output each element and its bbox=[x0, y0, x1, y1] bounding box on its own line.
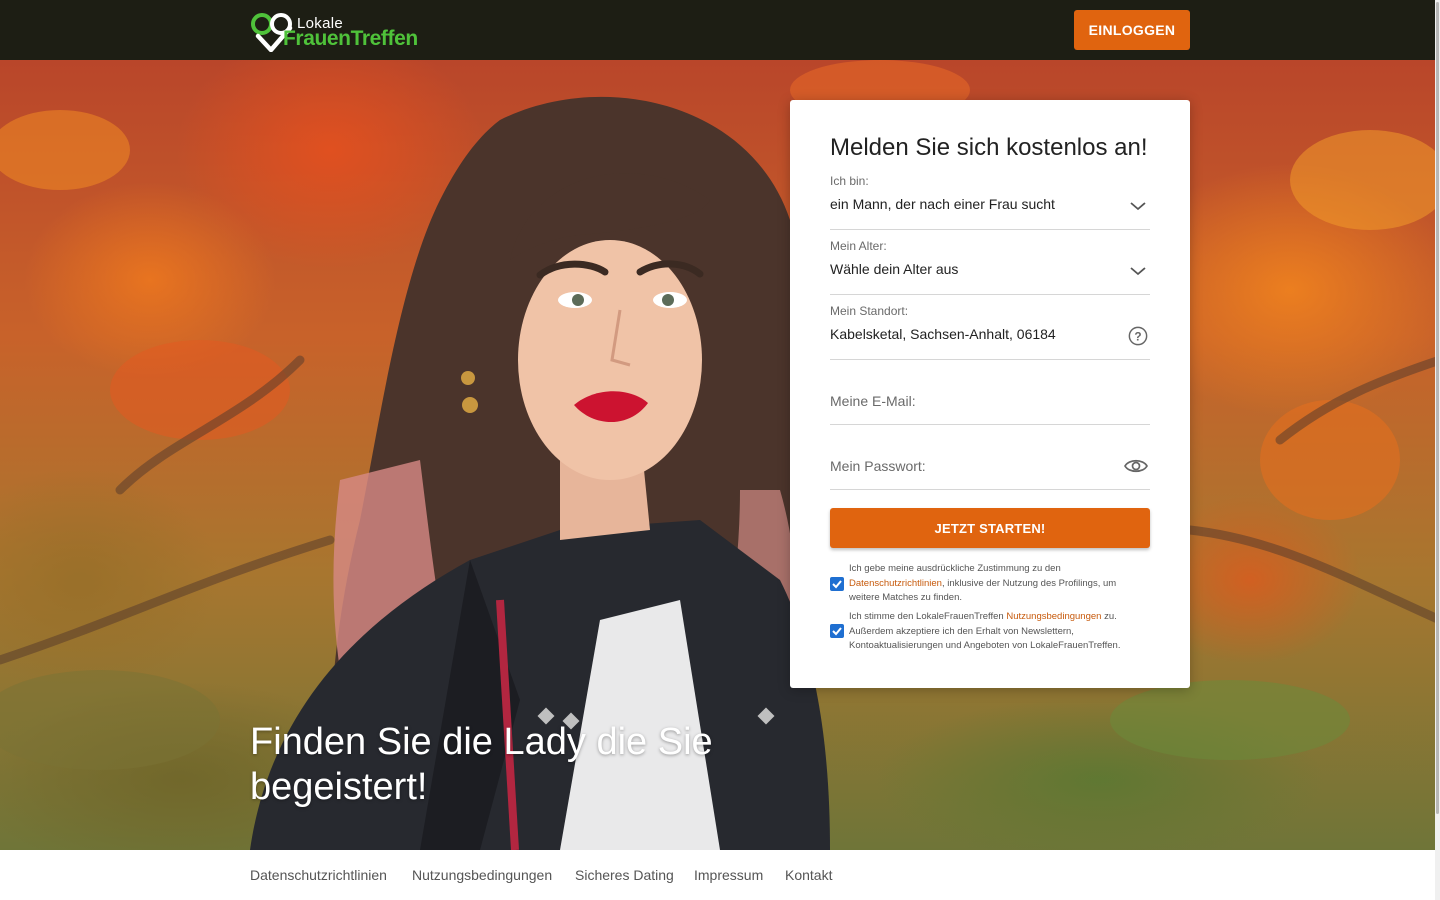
footer: Datenschutzrichtlinien Nutzungsbedingung… bbox=[0, 850, 1440, 900]
email-placeholder: Meine E-Mail: bbox=[830, 393, 916, 409]
hero-headline: Finden Sie die Lady die Sie begeistert! bbox=[250, 721, 713, 808]
privacy-consent-checkbox[interactable] bbox=[830, 577, 844, 591]
footer-link-terms[interactable]: Nutzungsbedingungen bbox=[412, 867, 552, 883]
footer-link-safe-dating[interactable]: Sicheres Dating bbox=[575, 867, 674, 883]
privacy-policy-link[interactable]: Datenschutzrichtlinien bbox=[849, 578, 942, 589]
age-value: Wähle dein Alter aus bbox=[830, 261, 959, 277]
logo-text-frauentreffen: FrauenTreffen bbox=[283, 27, 418, 50]
page-scrollbar-thumb[interactable] bbox=[1436, 2, 1439, 814]
site-logo[interactable]: Lokale FrauenTreffen bbox=[250, 8, 420, 52]
email-field[interactable]: Meine E-Mail: bbox=[830, 369, 1150, 425]
age-select[interactable]: Mein Alter: Wähle dein Alter aus bbox=[830, 239, 1150, 295]
question-circle-icon[interactable]: ? bbox=[1128, 326, 1148, 346]
signup-form-card: Melden Sie sich kostenlos an! Ich bin: e… bbox=[790, 100, 1190, 688]
footer-link-imprint[interactable]: Impressum bbox=[694, 867, 763, 883]
eye-icon[interactable] bbox=[1124, 456, 1148, 476]
location-value[interactable]: Kabelsketal, Sachsen-Anhalt, 06184 bbox=[830, 326, 1056, 342]
signup-title: Melden Sie sich kostenlos an! bbox=[830, 134, 1148, 161]
terms-of-use-link[interactable]: Nutzungsbedingungen bbox=[1006, 611, 1101, 622]
svg-text:?: ? bbox=[1134, 330, 1141, 344]
password-placeholder: Mein Passwort: bbox=[830, 458, 926, 474]
privacy-consent-text-before: Ich gebe meine ausdrückliche Zustimmung … bbox=[849, 563, 1061, 574]
terms-consent-text: Ich stimme den LokaleFrauenTreffen Nutzu… bbox=[849, 610, 1149, 654]
top-navbar: Lokale FrauenTreffen EINLOGGEN bbox=[0, 0, 1440, 60]
location-label: Mein Standort: bbox=[830, 304, 909, 318]
checkmark-icon bbox=[832, 580, 842, 589]
password-field[interactable]: Mein Passwort: bbox=[830, 434, 1150, 490]
chevron-down-icon[interactable] bbox=[1128, 196, 1148, 216]
privacy-consent: Ich gebe meine ausdrückliche Zustimmung … bbox=[830, 562, 1150, 608]
age-label: Mein Alter: bbox=[830, 239, 887, 253]
chevron-down-icon[interactable] bbox=[1128, 261, 1148, 281]
start-now-button[interactable]: JETZT STARTEN! bbox=[830, 508, 1150, 548]
hero-section: Finden Sie die Lady die Sie begeistert! bbox=[0, 60, 1440, 850]
terms-consent: Ich stimme den LokaleFrauenTreffen Nutzu… bbox=[830, 610, 1150, 656]
footer-link-contact[interactable]: Kontakt bbox=[785, 867, 832, 883]
location-field[interactable]: Mein Standort: Kabelsketal, Sachsen-Anha… bbox=[830, 304, 1150, 360]
gender-select[interactable]: Ich bin: ein Mann, der nach einer Frau s… bbox=[830, 174, 1150, 230]
terms-consent-checkbox[interactable] bbox=[830, 624, 844, 638]
privacy-consent-text: Ich gebe meine ausdrückliche Zustimmung … bbox=[849, 562, 1149, 606]
checkmark-icon bbox=[832, 627, 842, 636]
footer-link-privacy[interactable]: Datenschutzrichtlinien bbox=[250, 867, 387, 883]
terms-consent-text-before: Ich stimme den LokaleFrauenTreffen bbox=[849, 611, 1007, 622]
gender-label: Ich bin: bbox=[830, 174, 869, 188]
gender-value: ein Mann, der nach einer Frau sucht bbox=[830, 196, 1055, 212]
login-button[interactable]: EINLOGGEN bbox=[1074, 10, 1190, 50]
